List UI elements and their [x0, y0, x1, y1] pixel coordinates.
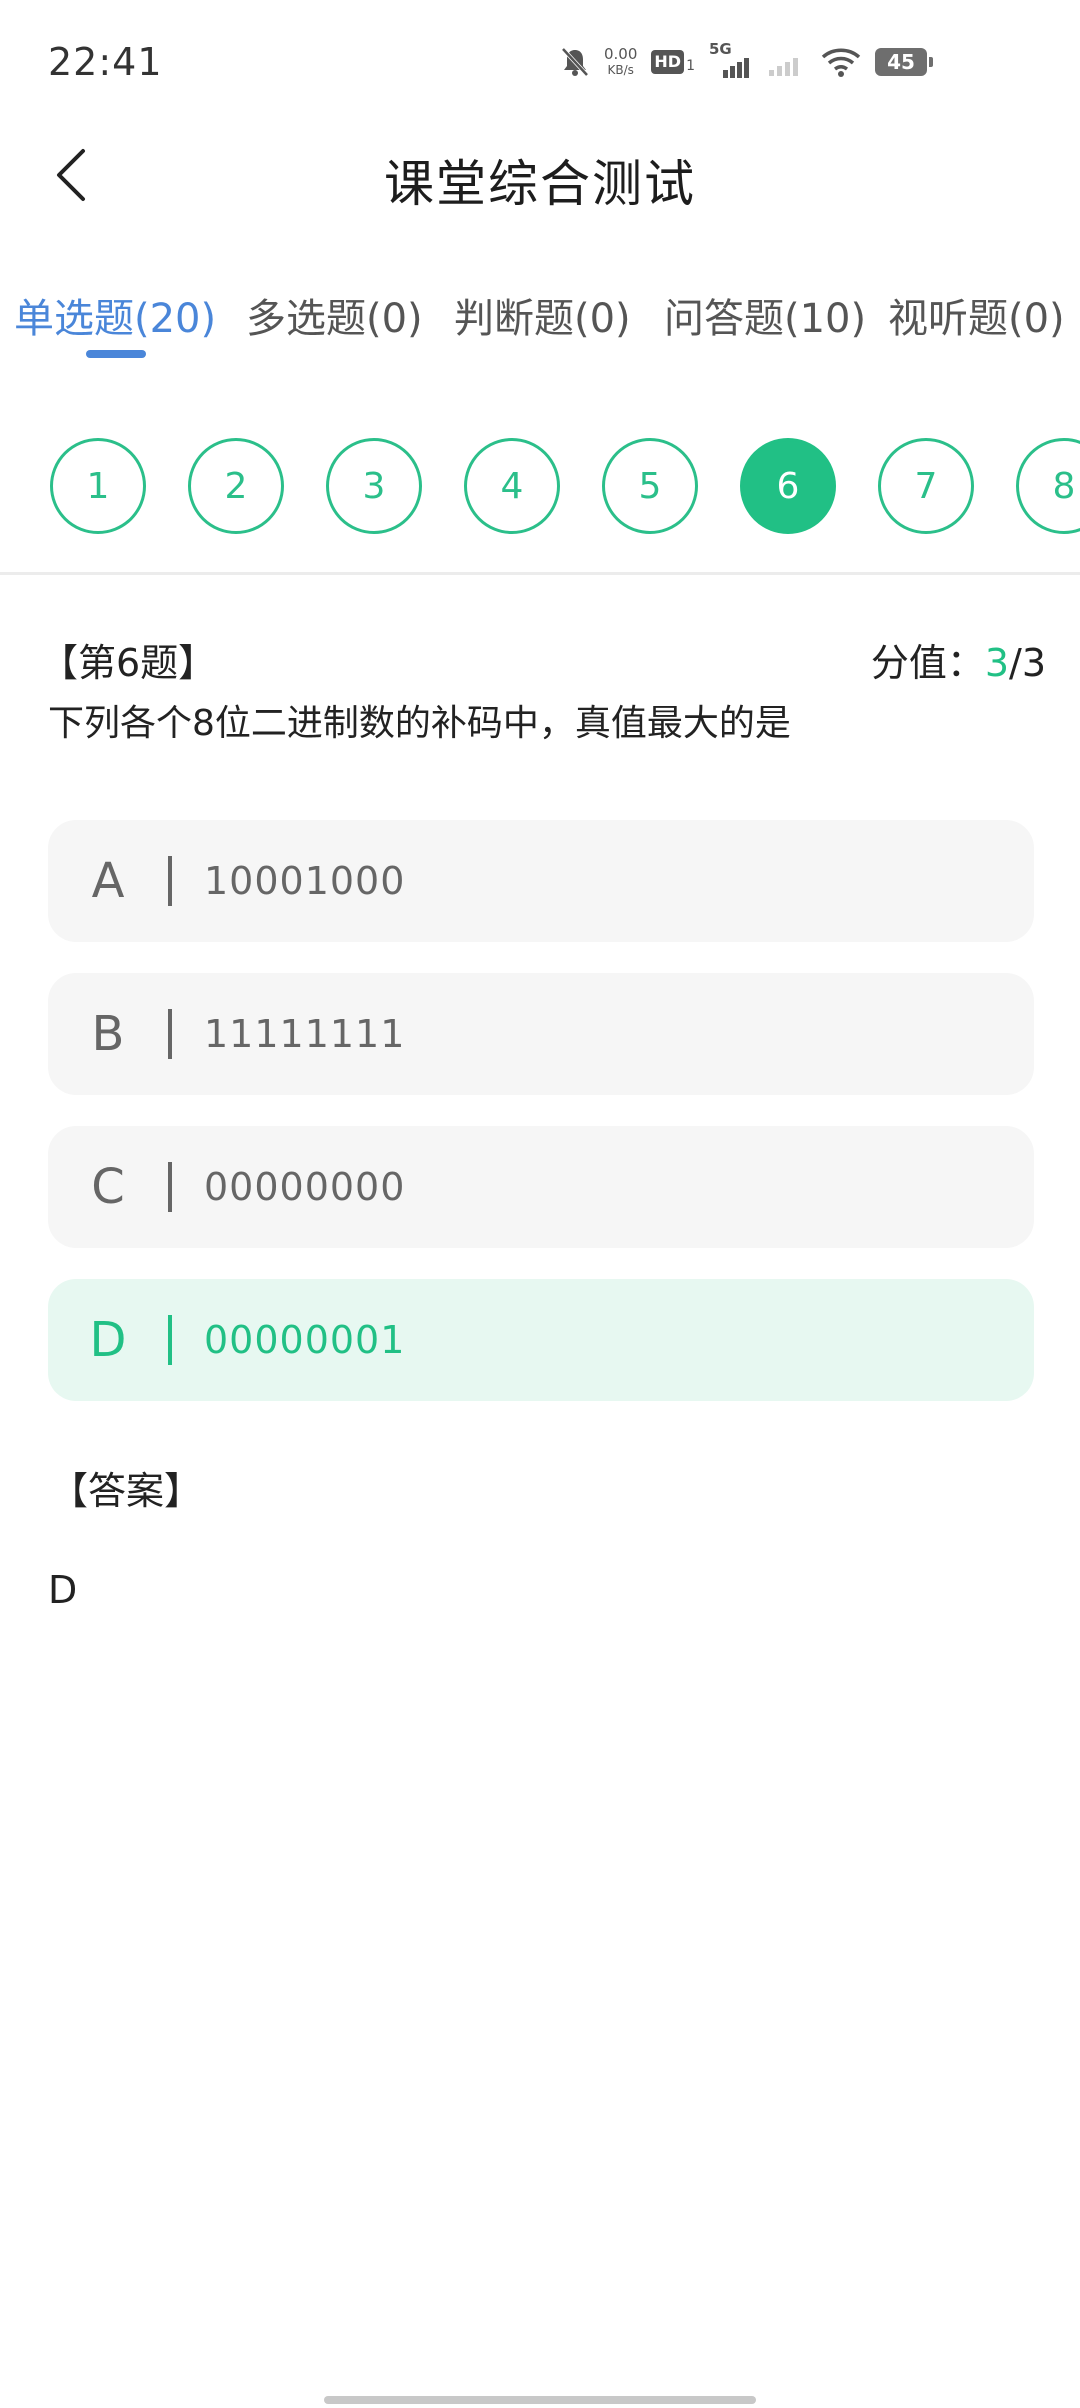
question-number-button[interactable]: 1 [50, 438, 146, 534]
score-label: 分值： [870, 641, 985, 685]
question-number-button[interactable]: 7 [878, 438, 974, 534]
option-separator [168, 1315, 172, 1365]
question-number-list: 1 2 3 4 5 6 7 8 [0, 436, 1080, 536]
score-total: /3 [1009, 641, 1046, 685]
header: 课堂综合测试 [0, 130, 1080, 220]
option-text: 00000000 [204, 1165, 406, 1209]
answer-value: D [48, 1568, 78, 1612]
tab-audio-visual[interactable]: 视听题(0) [888, 286, 1065, 344]
option-b[interactable]: B 11111111 [48, 973, 1034, 1095]
option-c[interactable]: C 00000000 [48, 1126, 1034, 1248]
question-text: 下列各个8位二进制数的补码中，真值最大的是 [48, 703, 791, 744]
question-number-label: 【第6题】 [40, 641, 217, 685]
option-letter: B [91, 1006, 125, 1062]
option-text: 10001000 [204, 859, 406, 903]
battery-level: 45 [875, 48, 927, 76]
page-title: 课堂综合测试 [384, 155, 696, 213]
net-speed-value: 0.00 [604, 45, 638, 63]
question-number-button[interactable]: 2 [188, 438, 284, 534]
score-value: 3 [984, 641, 1010, 685]
signal-icon [767, 46, 807, 78]
question-number-button[interactable]: 5 [602, 438, 698, 534]
option-letter: A [91, 853, 125, 909]
question-number-button[interactable]: 4 [464, 438, 560, 534]
wifi-icon [821, 46, 861, 78]
tab-short-answer[interactable]: 问答题(10) [664, 286, 866, 344]
option-d-correct[interactable]: D 00000001 [48, 1279, 1034, 1401]
score: 分值：3/3 [871, 632, 1046, 687]
home-indicator[interactable] [324, 2396, 756, 2404]
option-separator [168, 856, 172, 906]
net-speed: 0.00 KB/s [604, 46, 637, 78]
status-bar: 22:41 0.00 KB/s HD 1 5G 45 [0, 0, 1080, 130]
question-number-button[interactable]: 8 [1016, 438, 1080, 534]
option-a[interactable]: A 10001000 [48, 820, 1034, 942]
mute-bell-icon [560, 46, 590, 78]
tab-multiple-choice[interactable]: 多选题(0) [246, 286, 423, 344]
battery-icon: 45 [875, 48, 933, 76]
active-tab-indicator [86, 350, 146, 358]
battery-tip [929, 57, 933, 67]
answer-label: 【答案】 [50, 1469, 203, 1513]
option-text: 00000001 [204, 1318, 406, 1362]
question-number-button-current[interactable]: 6 [740, 438, 836, 534]
hd-sub: 1 [686, 58, 695, 74]
hd-label: HD [651, 50, 685, 74]
option-separator [168, 1009, 172, 1059]
option-text: 11111111 [204, 1012, 406, 1056]
signal-5g-icon: 5G [709, 40, 753, 80]
question-type-tabs: 单选题(20) 多选题(0) 判断题(0) 问答题(10) 视听题(0) [0, 280, 1080, 360]
hd-icon: HD 1 [651, 50, 695, 74]
quiz-page: 22:41 0.00 KB/s HD 1 5G 45 课堂综合测试 单选题(20… [0, 0, 1080, 2408]
status-time: 22:41 [48, 40, 163, 84]
status-icons: 0.00 KB/s HD 1 5G 45 [560, 40, 933, 82]
tab-single-choice[interactable]: 单选题(20) [14, 286, 216, 344]
question-number-button[interactable]: 3 [326, 438, 422, 534]
tab-true-false[interactable]: 判断题(0) [454, 286, 631, 344]
net-speed-unit: KB/s [607, 63, 634, 77]
option-separator [168, 1162, 172, 1212]
divider [0, 572, 1080, 575]
option-letter: C [91, 1159, 125, 1215]
option-letter: D [89, 1312, 127, 1368]
